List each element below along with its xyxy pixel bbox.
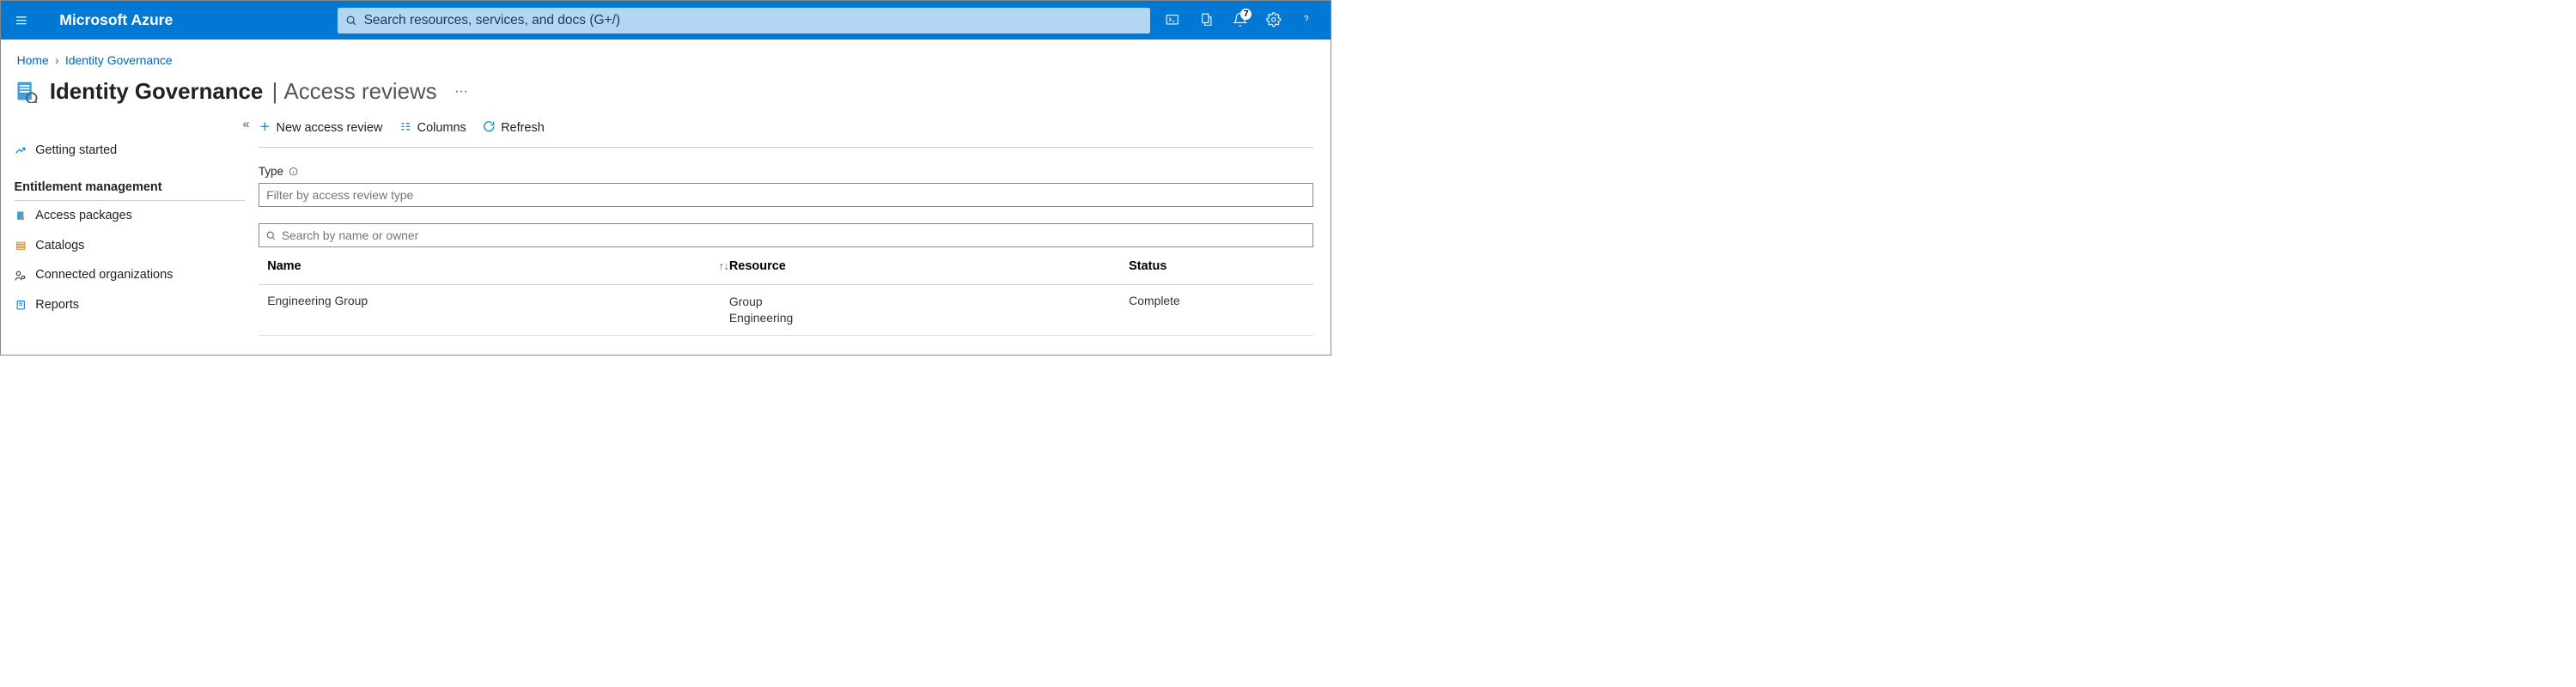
getting-started-icon [15, 144, 27, 155]
collapse-sidebar-button[interactable]: « [242, 118, 249, 131]
type-filter-label: Type [259, 165, 1331, 178]
search-icon [345, 15, 356, 26]
global-search[interactable] [338, 8, 1150, 33]
help-button[interactable] [1300, 10, 1313, 30]
table-search-input[interactable] [282, 228, 1306, 242]
refresh-button[interactable]: Refresh [483, 120, 544, 136]
column-header-name[interactable]: Name ↑↓ [267, 259, 729, 273]
directory-filter-button[interactable] [1199, 12, 1215, 29]
columns-icon [399, 120, 411, 136]
type-filter-input[interactable] [259, 183, 1313, 207]
sort-icon[interactable]: ↑↓ [718, 260, 728, 272]
catalogs-icon [15, 240, 27, 251]
breadcrumb-current[interactable]: Identity Governance [65, 53, 173, 67]
column-header-resource[interactable]: Resource [729, 259, 1129, 273]
sidebar-item-connected-orgs[interactable]: Connected organizations [15, 260, 259, 290]
settings-button[interactable] [1266, 12, 1282, 29]
table-header-row: Name ↑↓ Resource Status [259, 247, 1313, 285]
sidebar-item-label: Reports [35, 298, 79, 312]
search-icon [265, 230, 276, 240]
page-subtitle: | Access reviews [265, 80, 436, 105]
toolbar-label: Refresh [501, 121, 545, 135]
sidebar: « Getting started Entitlement management… [1, 113, 259, 337]
column-header-status[interactable]: Status [1129, 259, 1304, 273]
command-bar: New access review Columns Refresh [259, 120, 1313, 148]
table-search[interactable] [259, 223, 1313, 247]
columns-button[interactable]: Columns [399, 120, 466, 136]
sidebar-item-reports[interactable]: Reports [15, 290, 259, 320]
hamburger-menu-button[interactable] [9, 14, 32, 27]
sidebar-item-label: Connected organizations [35, 268, 173, 282]
breadcrumb: Home › Identity Governance [1, 40, 1331, 67]
new-access-review-button[interactable]: New access review [259, 120, 383, 136]
sidebar-item-label: Catalogs [35, 239, 84, 252]
sidebar-item-label: Access packages [35, 209, 132, 222]
access-reviews-table: Name ↑↓ Resource Status Engineering Grou… [259, 247, 1313, 336]
sidebar-item-getting-started[interactable]: Getting started [15, 136, 259, 166]
cloud-shell-button[interactable] [1165, 12, 1180, 29]
page-title: Identity Governance [50, 80, 263, 105]
sidebar-section-entitlement: Entitlement management [15, 165, 246, 201]
sidebar-item-catalogs[interactable]: Catalogs [15, 230, 259, 260]
reports-icon [15, 300, 27, 310]
info-icon[interactable] [289, 167, 298, 176]
identity-governance-icon [15, 79, 39, 105]
table-row[interactable]: Engineering Group Group Engineering Comp… [259, 285, 1313, 336]
cell-resource: Group Engineering [729, 294, 1129, 326]
breadcrumb-home[interactable]: Home [17, 53, 49, 67]
azure-top-header: Microsoft Azure 7 [1, 1, 1331, 40]
brand-label[interactable]: Microsoft Azure [59, 11, 173, 29]
global-search-input[interactable] [364, 8, 1142, 33]
notification-badge: 7 [1240, 9, 1251, 20]
page-title-row: Identity Governance | Access reviews ··· [1, 67, 1331, 113]
sidebar-item-access-packages[interactable]: Access packages [15, 201, 259, 231]
more-actions-button[interactable]: ··· [454, 84, 468, 100]
access-packages-icon [15, 210, 27, 221]
connected-orgs-icon [15, 270, 27, 281]
cell-name: Engineering Group [267, 294, 729, 307]
toolbar-label: Columns [417, 121, 466, 135]
toolbar-label: New access review [277, 121, 383, 135]
breadcrumb-separator: › [55, 53, 59, 67]
header-icons: 7 [1165, 10, 1313, 30]
notifications-button[interactable]: 7 [1233, 12, 1248, 29]
plus-icon [259, 120, 271, 136]
cell-status: Complete [1129, 294, 1304, 307]
refresh-icon [483, 120, 495, 136]
sidebar-item-label: Getting started [35, 143, 117, 157]
main-content: New access review Columns Refresh Type [259, 113, 1331, 337]
